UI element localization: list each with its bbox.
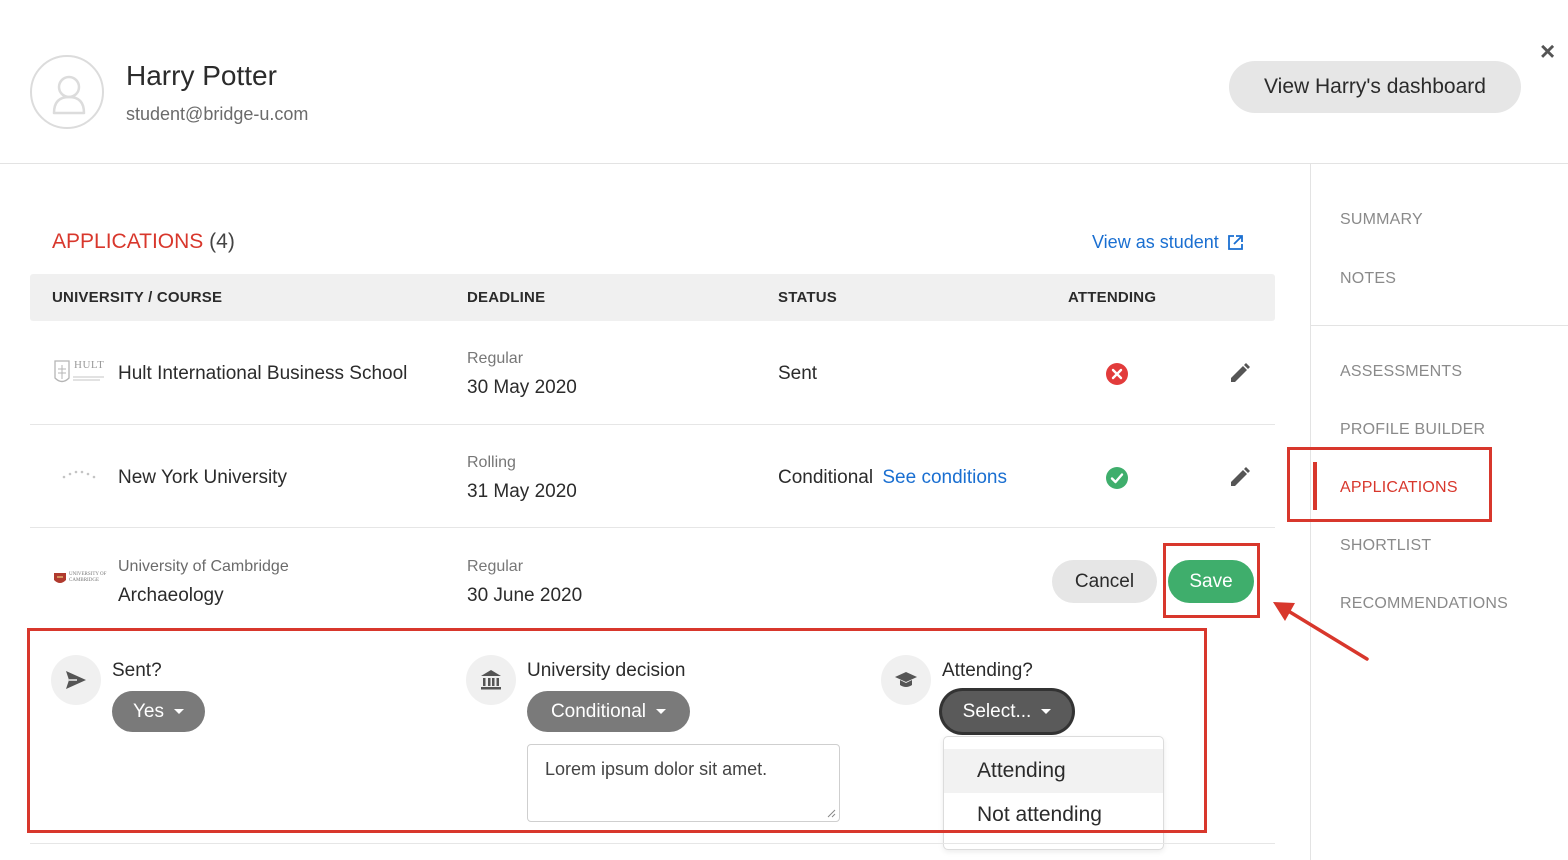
highlight-edit-panel	[27, 628, 1207, 833]
deadline-date: 30 May 2020	[467, 377, 577, 398]
student-header: Harry Potter student@bridge-u.com View H…	[0, 0, 1568, 164]
not-attending-icon	[1105, 362, 1129, 391]
user-icon	[52, 75, 86, 115]
deadline-type: Regular	[467, 558, 524, 575]
university-name: New York University	[118, 467, 287, 488]
column-header-status: STATUS	[778, 289, 837, 306]
column-header-university: UNIVERSITY / COURSE	[52, 289, 223, 306]
hult-logo-text: HULT	[74, 359, 105, 371]
nyu-logo	[60, 468, 100, 487]
close-icon[interactable]: ×	[1540, 38, 1555, 64]
row-divider	[30, 424, 1275, 425]
edit-pencil-icon[interactable]	[1228, 466, 1251, 494]
cambridge-logo-text: UNIVERSITY OF CAMBRIDGE	[69, 572, 107, 583]
table-header: UNIVERSITY / COURSE DEADLINE STATUS ATTE…	[30, 274, 1275, 321]
see-conditions-link[interactable]: See conditions	[882, 467, 1007, 488]
edit-pencil-icon[interactable]	[1228, 362, 1251, 390]
nav-divider	[1311, 325, 1568, 326]
applications-title-text: APPLICATIONS	[52, 230, 204, 253]
application-status: Conditional See conditions	[778, 467, 1007, 489]
status-text: Conditional	[778, 467, 874, 488]
row-divider	[30, 843, 1275, 844]
nav-item-notes[interactable]: NOTES	[1340, 270, 1396, 288]
deadline-date: 31 May 2020	[467, 481, 577, 502]
course-name: Archaeology	[118, 585, 224, 606]
university-name: University of Cambridge	[118, 558, 289, 575]
attending-check-icon	[1105, 466, 1129, 495]
student-email: student@bridge-u.com	[126, 104, 309, 124]
annotation-arrow-icon	[1273, 602, 1369, 661]
deadline-type: Regular	[467, 350, 524, 367]
column-header-deadline: DEADLINE	[467, 289, 546, 306]
nav-item-assessments[interactable]: ASSESSMENTS	[1340, 363, 1462, 381]
highlight-save-button	[1163, 543, 1260, 618]
student-name: Harry Potter	[126, 60, 277, 91]
view-dashboard-button[interactable]: View Harry's dashboard	[1229, 61, 1521, 113]
view-as-student-label: View as student	[1092, 232, 1219, 252]
hult-logo: HULT	[52, 358, 106, 391]
application-status: Sent	[778, 363, 818, 384]
external-link-icon	[1227, 235, 1243, 250]
highlight-applications-nav	[1287, 447, 1492, 522]
nav-item-profile-builder[interactable]: PROFILE BUILDER	[1340, 421, 1485, 439]
view-as-student-link[interactable]: View as student	[1092, 232, 1244, 253]
deadline-date: 30 June 2020	[467, 585, 583, 606]
deadline-type: Rolling	[467, 454, 516, 471]
row-divider	[30, 527, 1275, 528]
applications-title: APPLICATIONS (4)	[52, 230, 235, 254]
applications-count: (4)	[209, 230, 235, 253]
cambridge-logo: UNIVERSITY OF CAMBRIDGE	[53, 572, 106, 591]
column-header-attending: ATTENDING	[1068, 289, 1157, 306]
university-name: Hult International Business School	[118, 363, 408, 384]
avatar	[30, 55, 104, 129]
nav-item-summary[interactable]: SUMMARY	[1340, 211, 1423, 229]
nav-item-shortlist[interactable]: SHORTLIST	[1340, 537, 1431, 555]
cancel-button[interactable]: Cancel	[1052, 560, 1157, 603]
